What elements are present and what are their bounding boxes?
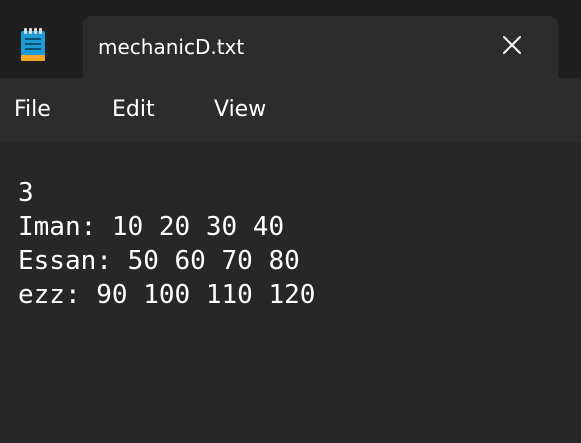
text-editor[interactable]: 3 Iman: 10 20 30 40 Essan: 50 60 70 80 e… [0, 142, 581, 443]
notepad-window: mechanicD.txt File Edit View 3 Iman: 10 … [0, 0, 581, 443]
tab-mechanicd[interactable]: mechanicD.txt [83, 16, 558, 78]
menu-bar: File Edit View [0, 78, 581, 142]
notepad-icon [19, 27, 47, 63]
close-icon[interactable] [497, 30, 527, 60]
text-line: ezz: 90 100 110 120 [18, 280, 316, 310]
text-line: Essan: 50 60 70 80 [18, 246, 300, 276]
menu-edit[interactable]: Edit [112, 96, 155, 124]
tab-title: mechanicD.txt [98, 35, 245, 59]
text-line: Iman: 10 20 30 40 [18, 212, 285, 242]
menu-view[interactable]: View [214, 96, 266, 124]
menu-file[interactable]: File [14, 96, 51, 124]
text-line: 3 [18, 178, 34, 208]
title-bar: mechanicD.txt [0, 0, 581, 78]
